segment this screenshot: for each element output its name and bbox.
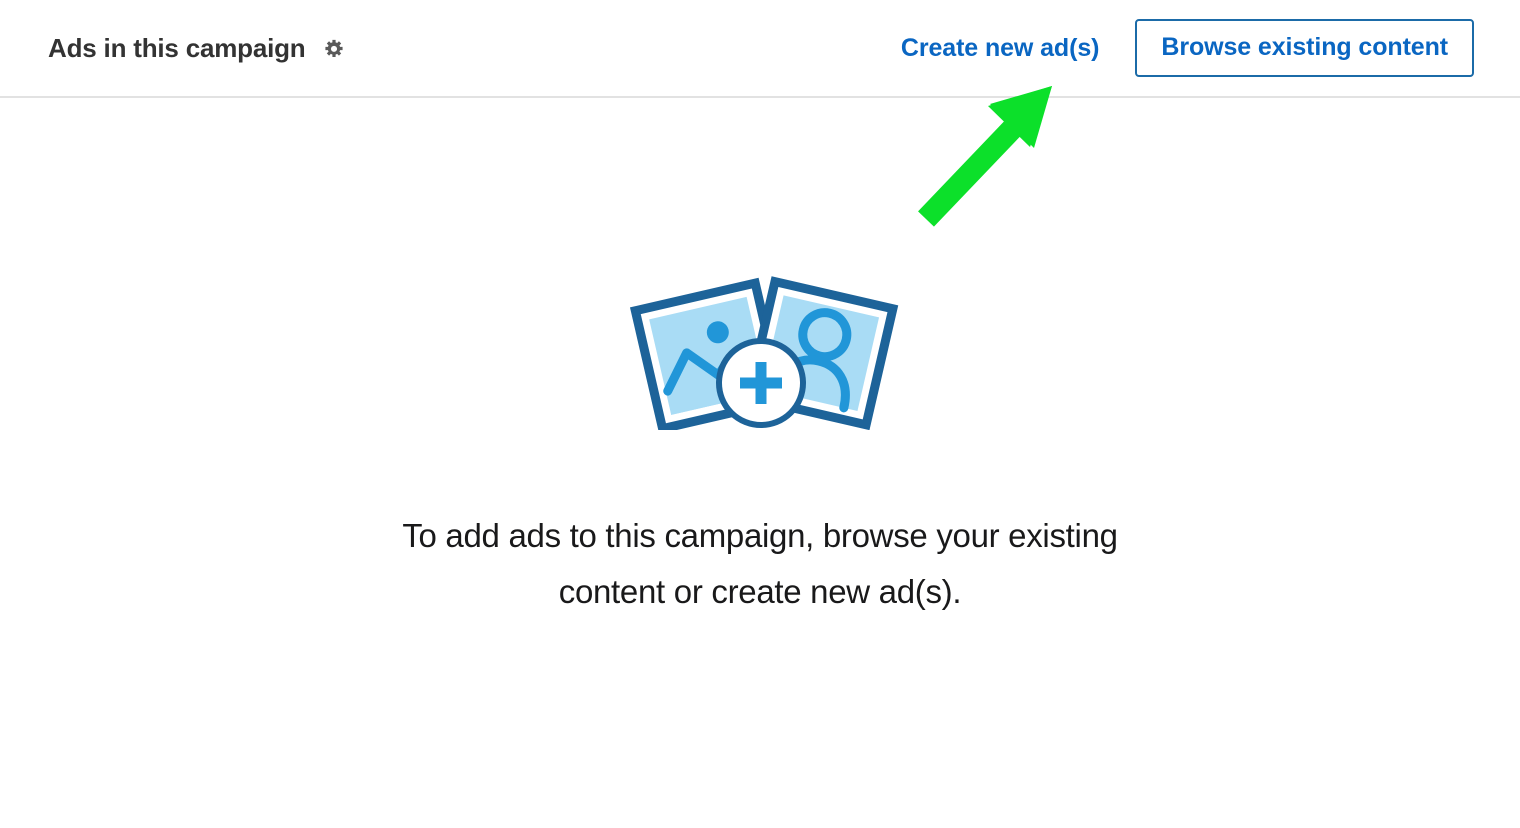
empty-state-message: To add ads to this campaign, browse your… xyxy=(402,517,1118,610)
gear-icon[interactable] xyxy=(322,35,346,62)
empty-state: To add ads to this campaign, browse your… xyxy=(0,98,1520,823)
create-new-ads-button[interactable]: Create new ad(s) xyxy=(901,34,1100,63)
panel-header: Ads in this campaign Create new ad(s) Br… xyxy=(0,0,1520,98)
ads-panel: Ads in this campaign Create new ad(s) Br… xyxy=(0,0,1520,823)
page-title: Ads in this campaign xyxy=(48,32,306,63)
browse-existing-content-button[interactable]: Browse existing content xyxy=(1135,19,1474,77)
two-photos-plus-icon xyxy=(580,255,940,435)
header-actions: Create new ad(s) Browse existing content xyxy=(901,0,1474,96)
header-title-group: Ads in this campaign xyxy=(48,0,346,96)
